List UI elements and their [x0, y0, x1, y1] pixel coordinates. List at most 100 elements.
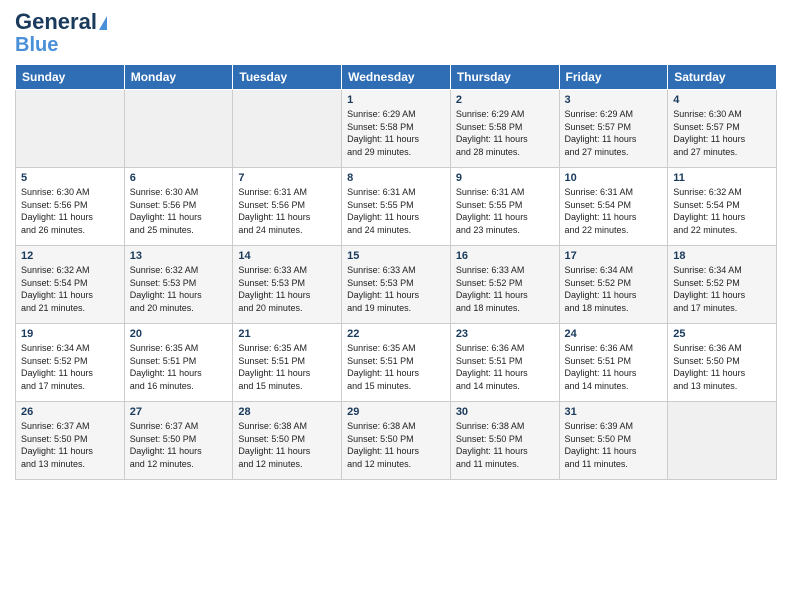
calendar-cell: 6 Sunrise: 6:30 AM Sunset: 5:56 PM Daylig…: [124, 168, 233, 246]
day-number: 18: [673, 250, 771, 262]
day-number: 16: [456, 250, 554, 262]
weekday-tuesday: Tuesday: [233, 65, 342, 90]
calendar-cell: 31 Sunrise: 6:39 AM Sunset: 5:50 PM Dayli…: [559, 402, 668, 480]
calendar-cell: 26 Sunrise: 6:37 AM Sunset: 5:50 PM Dayli…: [16, 402, 125, 480]
day-number: 3: [565, 94, 663, 106]
day-info: Sunrise: 6:34 AM Sunset: 5:52 PM Dayligh…: [21, 342, 119, 392]
calendar-cell: 14Sunrise: 6:33 AM Sunset: 5:53 PM Dayli…: [233, 246, 342, 324]
day-info: Sunrise: 6:34 AM Sunset: 5:52 PM Dayligh…: [565, 264, 663, 314]
calendar-cell: 21 Sunrise: 6:35 AM Sunset: 5:51 PM Dayli…: [233, 324, 342, 402]
day-number: 17: [565, 250, 663, 262]
day-info: Sunrise: 6:31 AM Sunset: 5:55 PM Dayligh…: [347, 186, 445, 236]
day-info: Sunrise: 6:29 AM Sunset: 5:58 PM Dayligh…: [456, 108, 554, 158]
day-number: 31: [565, 406, 663, 418]
calendar-cell: 19 Sunrise: 6:34 AM Sunset: 5:52 PM Dayli…: [16, 324, 125, 402]
day-number: 11: [673, 172, 771, 184]
day-info: Sunrise: 6:29 AM Sunset: 5:57 PM Dayligh…: [565, 108, 663, 158]
day-number: 30: [456, 406, 554, 418]
calendar-cell: 28 Sunrise: 6:38 AM Sunset: 5:50 PM Dayli…: [233, 402, 342, 480]
calendar-cell: 16 Sunrise: 6:33 AM Sunset: 5:52 PM Dayli…: [450, 246, 559, 324]
day-info: Sunrise: 6:31 AM Sunset: 5:56 PM Dayligh…: [238, 186, 336, 236]
day-number: 23: [456, 328, 554, 340]
header: General Blue: [15, 10, 777, 56]
day-info: Sunrise: 6:33 AM Sunset: 5:52 PM Dayligh…: [456, 264, 554, 314]
day-info: Sunrise: 6:35 AM Sunset: 5:51 PM Dayligh…: [238, 342, 336, 392]
day-number: 26: [21, 406, 119, 418]
day-info: Sunrise: 6:38 AM Sunset: 5:50 PM Dayligh…: [238, 420, 336, 470]
day-info: Sunrise: 6:37 AM Sunset: 5:50 PM Dayligh…: [130, 420, 228, 470]
day-info: Sunrise: 6:29 AM Sunset: 5:58 PM Dayligh…: [347, 108, 445, 158]
day-number: 8: [347, 172, 445, 184]
day-info: Sunrise: 6:31 AM Sunset: 5:54 PM Dayligh…: [565, 186, 663, 236]
weekday-thursday: Thursday: [450, 65, 559, 90]
weekday-friday: Friday: [559, 65, 668, 90]
calendar-cell: 5 Sunrise: 6:30 AM Sunset: 5:56 PM Daylig…: [16, 168, 125, 246]
calendar-cell: 3 Sunrise: 6:29 AM Sunset: 5:57 PM Daylig…: [559, 90, 668, 168]
calendar-cell: 30 Sunrise: 6:38 AM Sunset: 5:50 PM Dayli…: [450, 402, 559, 480]
calendar-cell: 20Sunrise: 6:35 AM Sunset: 5:51 PM Dayli…: [124, 324, 233, 402]
day-number: 13: [130, 250, 228, 262]
calendar-cell: 27 Sunrise: 6:37 AM Sunset: 5:50 PM Dayli…: [124, 402, 233, 480]
day-info: Sunrise: 6:37 AM Sunset: 5:50 PM Dayligh…: [21, 420, 119, 470]
day-number: 12: [21, 250, 119, 262]
calendar: SundayMondayTuesdayWednesdayThursdayFrid…: [15, 64, 777, 480]
calendar-cell: 7Sunrise: 6:31 AM Sunset: 5:56 PM Daylig…: [233, 168, 342, 246]
day-info: Sunrise: 6:30 AM Sunset: 5:56 PM Dayligh…: [130, 186, 228, 236]
calendar-cell: [668, 402, 777, 480]
week-row-1: 1 Sunrise: 6:29 AM Sunset: 5:58 PM Daylig…: [16, 90, 777, 168]
calendar-cell: 2 Sunrise: 6:29 AM Sunset: 5:58 PM Daylig…: [450, 90, 559, 168]
day-number: 9: [456, 172, 554, 184]
weekday-monday: Monday: [124, 65, 233, 90]
day-info: Sunrise: 6:36 AM Sunset: 5:51 PM Dayligh…: [565, 342, 663, 392]
day-number: 27: [130, 406, 228, 418]
day-info: Sunrise: 6:32 AM Sunset: 5:54 PM Dayligh…: [673, 186, 771, 236]
week-row-3: 12 Sunrise: 6:32 AM Sunset: 5:54 PM Dayli…: [16, 246, 777, 324]
day-number: 19: [21, 328, 119, 340]
calendar-cell: 13Sunrise: 6:32 AM Sunset: 5:53 PM Dayli…: [124, 246, 233, 324]
calendar-cell: 15Sunrise: 6:33 AM Sunset: 5:53 PM Dayli…: [342, 246, 451, 324]
calendar-cell: 12 Sunrise: 6:32 AM Sunset: 5:54 PM Dayli…: [16, 246, 125, 324]
calendar-cell: 24Sunrise: 6:36 AM Sunset: 5:51 PM Dayli…: [559, 324, 668, 402]
day-number: 29: [347, 406, 445, 418]
day-number: 10: [565, 172, 663, 184]
day-number: 20: [130, 328, 228, 340]
day-number: 6: [130, 172, 228, 184]
day-number: 14: [238, 250, 336, 262]
day-number: 28: [238, 406, 336, 418]
calendar-cell: 22 Sunrise: 6:35 AM Sunset: 5:51 PM Dayli…: [342, 324, 451, 402]
calendar-cell: 9 Sunrise: 6:31 AM Sunset: 5:55 PM Daylig…: [450, 168, 559, 246]
calendar-cell: 8 Sunrise: 6:31 AM Sunset: 5:55 PM Daylig…: [342, 168, 451, 246]
day-info: Sunrise: 6:30 AM Sunset: 5:56 PM Dayligh…: [21, 186, 119, 236]
day-info: Sunrise: 6:35 AM Sunset: 5:51 PM Dayligh…: [347, 342, 445, 392]
day-number: 5: [21, 172, 119, 184]
calendar-cell: [16, 90, 125, 168]
calendar-cell: 1 Sunrise: 6:29 AM Sunset: 5:58 PM Daylig…: [342, 90, 451, 168]
calendar-cell: [233, 90, 342, 168]
day-number: 21: [238, 328, 336, 340]
page-container: General Blue SundayMondayTuesdayWednesda…: [0, 0, 792, 485]
day-number: 2: [456, 94, 554, 106]
calendar-cell: [124, 90, 233, 168]
logo-blue: Blue: [15, 34, 58, 56]
day-number: 1: [347, 94, 445, 106]
day-info: Sunrise: 6:38 AM Sunset: 5:50 PM Dayligh…: [347, 420, 445, 470]
day-info: Sunrise: 6:39 AM Sunset: 5:50 PM Dayligh…: [565, 420, 663, 470]
calendar-cell: 4Sunrise: 6:30 AM Sunset: 5:57 PM Daylig…: [668, 90, 777, 168]
week-row-5: 26 Sunrise: 6:37 AM Sunset: 5:50 PM Dayli…: [16, 402, 777, 480]
calendar-cell: 25Sunrise: 6:36 AM Sunset: 5:50 PM Dayli…: [668, 324, 777, 402]
day-info: Sunrise: 6:34 AM Sunset: 5:52 PM Dayligh…: [673, 264, 771, 314]
day-number: 22: [347, 328, 445, 340]
day-info: Sunrise: 6:36 AM Sunset: 5:51 PM Dayligh…: [456, 342, 554, 392]
day-info: Sunrise: 6:32 AM Sunset: 5:54 PM Dayligh…: [21, 264, 119, 314]
logo: General Blue: [15, 10, 107, 56]
day-info: Sunrise: 6:31 AM Sunset: 5:55 PM Dayligh…: [456, 186, 554, 236]
day-info: Sunrise: 6:33 AM Sunset: 5:53 PM Dayligh…: [347, 264, 445, 314]
week-row-2: 5 Sunrise: 6:30 AM Sunset: 5:56 PM Daylig…: [16, 168, 777, 246]
day-info: Sunrise: 6:38 AM Sunset: 5:50 PM Dayligh…: [456, 420, 554, 470]
day-info: Sunrise: 6:30 AM Sunset: 5:57 PM Dayligh…: [673, 108, 771, 158]
weekday-wednesday: Wednesday: [342, 65, 451, 90]
calendar-cell: 29 Sunrise: 6:38 AM Sunset: 5:50 PM Dayli…: [342, 402, 451, 480]
calendar-cell: 23 Sunrise: 6:36 AM Sunset: 5:51 PM Dayli…: [450, 324, 559, 402]
day-info: Sunrise: 6:36 AM Sunset: 5:50 PM Dayligh…: [673, 342, 771, 392]
calendar-cell: 11 Sunrise: 6:32 AM Sunset: 5:54 PM Dayli…: [668, 168, 777, 246]
